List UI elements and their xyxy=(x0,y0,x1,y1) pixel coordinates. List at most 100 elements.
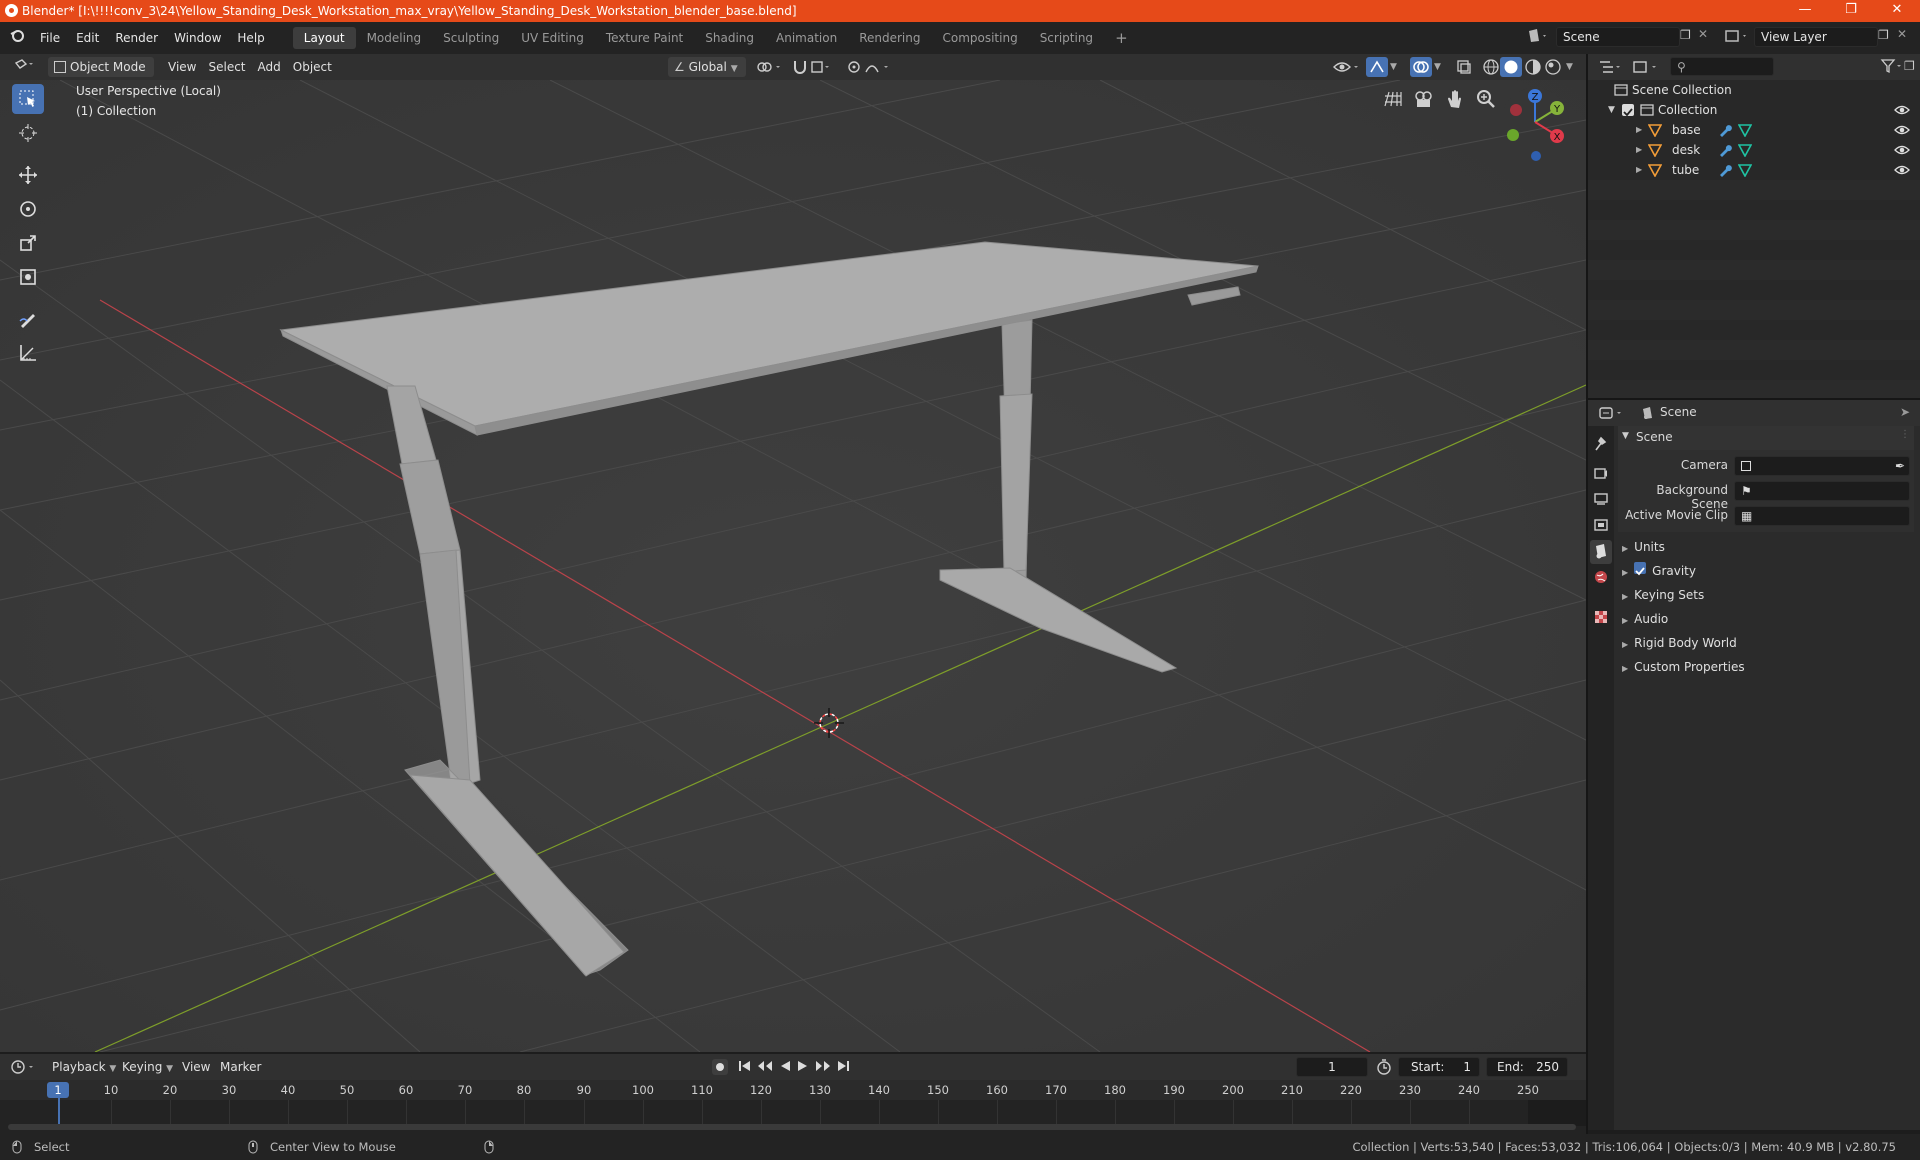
menu-file[interactable]: File xyxy=(32,27,68,49)
scale-tool[interactable] xyxy=(12,228,44,258)
end-frame-field[interactable]: End: 250 xyxy=(1486,1057,1568,1077)
3d-viewport[interactable]: User Perspective (Local) (1) Collection xyxy=(0,80,1586,1052)
add-workspace-button[interactable]: + xyxy=(1104,27,1139,49)
toggle-grid-view-icon[interactable] xyxy=(1382,88,1404,113)
viewport-canvas[interactable] xyxy=(0,80,1586,1052)
timeline-scrollbar[interactable] xyxy=(8,1124,1576,1130)
preview-range-icon[interactable] xyxy=(1376,1059,1392,1078)
current-frame-field[interactable]: 1 xyxy=(1296,1057,1368,1077)
tab-sculpting[interactable]: Sculpting xyxy=(432,27,510,49)
menu-help[interactable]: Help xyxy=(229,27,272,49)
start-frame-field[interactable]: Start: 1 xyxy=(1398,1057,1480,1077)
jump-keyframe-forward-icon[interactable] xyxy=(814,1059,832,1076)
menu-add[interactable]: Add xyxy=(252,57,287,77)
render-tab-icon[interactable] xyxy=(1594,466,1608,483)
new-collection-icon[interactable]: ❐ xyxy=(1904,59,1915,73)
menu-select[interactable]: Select xyxy=(202,57,251,77)
gravity-checkbox[interactable] xyxy=(1634,562,1647,576)
visibility-selector-icon[interactable] xyxy=(1332,58,1362,79)
view-layer-selector[interactable]: View Layer xyxy=(1754,27,1878,47)
select-box-tool[interactable] xyxy=(12,84,44,114)
audio-panel-header[interactable]: ▶ Audio xyxy=(1618,608,1918,630)
auto-keying-button[interactable] xyxy=(712,1059,728,1075)
new-view-layer-icon[interactable]: ❐ xyxy=(1878,28,1889,42)
expand-desk-icon[interactable]: ▶ xyxy=(1636,140,1642,160)
filter-icon[interactable] xyxy=(1880,58,1906,77)
play-icon[interactable] xyxy=(796,1059,810,1076)
tab-texture-paint[interactable]: Texture Paint xyxy=(595,27,694,49)
pivot-point-icon[interactable] xyxy=(756,59,784,78)
cursor-tool[interactable] xyxy=(12,118,44,148)
tab-compositing[interactable]: Compositing xyxy=(931,27,1028,49)
jump-keyframe-back-icon[interactable] xyxy=(756,1059,774,1076)
outliner-editor-type-icon[interactable] xyxy=(1598,59,1624,78)
camera-field[interactable]: ✒ xyxy=(1734,456,1910,476)
jump-start-icon[interactable] xyxy=(738,1059,752,1076)
navigation-gizmo[interactable]: Z Y X xyxy=(1498,86,1574,166)
scene-selector[interactable]: Scene xyxy=(1556,27,1680,47)
tab-rendering[interactable]: Rendering xyxy=(848,27,931,49)
tab-animation[interactable]: Animation xyxy=(765,27,848,49)
gravity-panel-header[interactable]: ▶ Gravity xyxy=(1618,560,1918,582)
tab-uv-editing[interactable]: UV Editing xyxy=(510,27,595,49)
tab-shading[interactable]: Shading xyxy=(694,27,765,49)
timeline-view-menu[interactable]: View xyxy=(176,1057,216,1077)
background-scene-field[interactable]: ⚑ xyxy=(1734,481,1910,501)
minimize-button[interactable]: — xyxy=(1782,0,1828,22)
rigid-body-world-panel-header[interactable]: ▶ Rigid Body World xyxy=(1618,632,1918,654)
annotate-tool[interactable] xyxy=(12,304,44,334)
world-tab-icon[interactable] xyxy=(1594,570,1608,587)
scene-type-icon[interactable] xyxy=(1526,27,1548,48)
expand-tube-icon[interactable]: ▶ xyxy=(1636,160,1642,180)
expand-base-icon[interactable]: ▶ xyxy=(1636,120,1642,140)
jump-end-icon[interactable] xyxy=(836,1059,850,1076)
outliner-search-input[interactable]: ⚲ xyxy=(1670,57,1774,76)
eyedropper-icon[interactable]: ✒ xyxy=(1895,457,1905,475)
scene-tab-icon[interactable] xyxy=(1590,540,1612,564)
mode-selector[interactable]: Object Mode ▼ xyxy=(48,57,154,94)
timeline-editor-type-icon[interactable] xyxy=(10,1059,38,1078)
properties-editor-type-icon[interactable] xyxy=(1598,405,1626,424)
output-tab-icon[interactable] xyxy=(1594,492,1608,509)
camera-view-icon[interactable] xyxy=(1413,88,1435,113)
measure-tool[interactable] xyxy=(12,338,44,368)
rotate-tool[interactable] xyxy=(12,194,44,224)
menu-object[interactable]: Object xyxy=(287,57,338,77)
outliner-row-desk[interactable]: ▶ desk xyxy=(1588,140,1920,160)
shading-solid-icon[interactable] xyxy=(1500,57,1522,77)
menu-view[interactable]: View xyxy=(162,57,202,77)
drag-handle-icon[interactable]: ⋮ xyxy=(1900,429,1910,440)
remove-scene-icon[interactable]: ✕ xyxy=(1698,27,1708,41)
snap-icon[interactable] xyxy=(792,58,832,79)
shading-rendered-icon[interactable] xyxy=(1544,58,1562,79)
outliner-row-collection[interactable]: ▼ Collection xyxy=(1588,100,1920,120)
timeline-scrubbing-area[interactable]: 1 10 20 30 40 50 60 70 80 90 100 110 120 130 140 150 160… xyxy=(0,1080,1586,1134)
units-panel-header[interactable]: ▶ Units xyxy=(1618,536,1918,558)
blender-menu-icon[interactable] xyxy=(0,27,32,49)
pan-view-icon[interactable] xyxy=(1444,88,1466,113)
keying-sets-panel-header[interactable]: ▶ Keying Sets xyxy=(1618,584,1918,606)
tab-scripting[interactable]: Scripting xyxy=(1029,27,1104,49)
collection-checkbox[interactable] xyxy=(1622,104,1634,117)
custom-properties-panel-header[interactable]: ▶ Custom Properties xyxy=(1618,656,1918,678)
overlays-dropdown-icon[interactable]: ▼ xyxy=(1434,62,1441,72)
menu-edit[interactable]: Edit xyxy=(68,27,107,49)
menu-render[interactable]: Render xyxy=(107,27,166,49)
restore-button[interactable]: ❐ xyxy=(1828,0,1874,22)
keying-menu[interactable]: Keying ▼ xyxy=(116,1057,179,1077)
remove-view-layer-icon[interactable]: ✕ xyxy=(1897,27,1907,41)
shading-wireframe-icon[interactable] xyxy=(1482,58,1500,79)
transform-orientation-selector[interactable]: ∠ Global ▼ xyxy=(668,57,746,77)
marker-menu[interactable]: Marker xyxy=(214,1057,267,1077)
shading-dropdown-icon[interactable]: ▼ xyxy=(1566,62,1573,72)
gizmo-toggle-icon[interactable] xyxy=(1366,57,1388,77)
close-window-button[interactable]: ✕ xyxy=(1874,0,1920,22)
outliner-row-tube[interactable]: ▶ tube xyxy=(1588,160,1920,180)
shading-material-icon[interactable] xyxy=(1524,58,1542,79)
tool-tab-icon[interactable] xyxy=(1594,436,1608,455)
pin-icon[interactable]: ➤ xyxy=(1900,405,1910,419)
playback-menu[interactable]: Playback ▼ xyxy=(46,1057,122,1077)
play-reverse-icon[interactable] xyxy=(778,1059,792,1076)
editor-type-icon[interactable] xyxy=(8,57,42,77)
new-scene-icon[interactable]: ❐ xyxy=(1680,28,1691,42)
